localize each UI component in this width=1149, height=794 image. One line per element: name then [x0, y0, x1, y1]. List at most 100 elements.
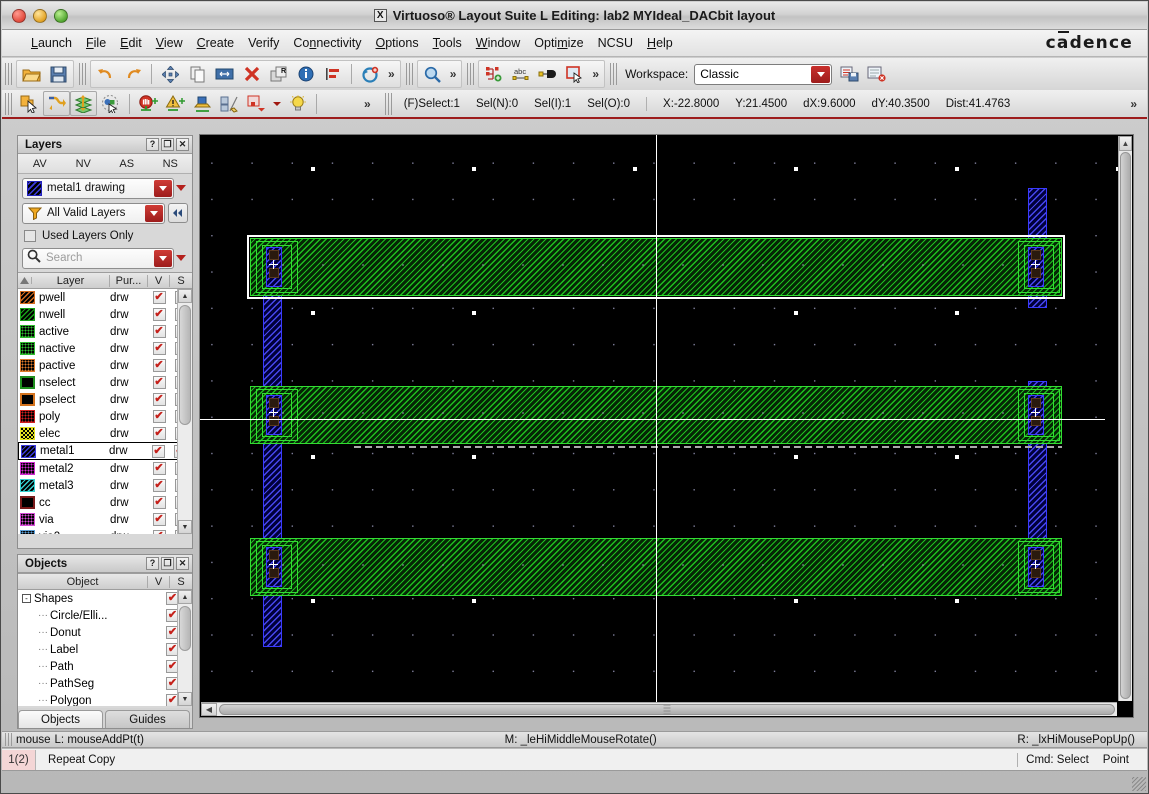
object-row-path[interactable]: ···Path✔✔ — [18, 658, 192, 675]
current-layer-select[interactable]: metal1 drawing — [22, 177, 174, 199]
objects-vertical-scrollbar[interactable]: ▲ ▼ — [177, 590, 192, 706]
zoom-overflow-button[interactable]: » — [446, 67, 461, 81]
menu-file[interactable]: File — [79, 33, 113, 53]
layer-row-metal2[interactable]: metal2drw✔✔ — [18, 460, 192, 477]
select-by-area-icon[interactable] — [97, 91, 124, 116]
statusbar-grip-icon[interactable] — [5, 733, 13, 746]
chevron-down-icon-filter[interactable] — [145, 204, 163, 222]
lightbulb-icon[interactable] — [284, 91, 311, 116]
object-row-donut[interactable]: ···Donut✔✔ — [18, 624, 192, 641]
contact-cut-top-left-2[interactable] — [269, 268, 279, 278]
layer-filter-select[interactable]: All Valid Layers — [22, 202, 165, 224]
v-column-header[interactable]: V — [148, 274, 170, 287]
contact-cut-top-right-1[interactable] — [1031, 250, 1041, 260]
layer-visible-checkbox[interactable]: ✔ — [147, 444, 169, 458]
menu-view[interactable]: View — [149, 33, 190, 53]
stretch-icon[interactable] — [211, 62, 238, 87]
layer-visible-checkbox[interactable]: ✔ — [148, 325, 170, 338]
warning-icon[interactable] — [162, 91, 189, 116]
delete-icon[interactable] — [238, 62, 265, 87]
layer-visible-checkbox[interactable]: ✔ — [148, 427, 170, 440]
status-overflow-button[interactable]: » — [1126, 97, 1141, 111]
lock-level-icon[interactable] — [189, 91, 216, 116]
contact-cut-mid-left-1[interactable] — [269, 398, 279, 408]
layer-visible-checkbox[interactable]: ✔ — [148, 393, 170, 406]
float-icon-objects[interactable]: ❐ — [161, 557, 174, 570]
align-icon[interactable] — [319, 62, 346, 87]
layer-search-input[interactable]: Search — [22, 247, 174, 269]
help-icon[interactable]: ? — [146, 138, 159, 151]
av-column-header[interactable]: AV — [18, 158, 62, 170]
menu-help[interactable]: Help — [640, 33, 680, 53]
create-overflow-button[interactable]: » — [588, 67, 603, 81]
menu-edit[interactable]: Edit — [113, 33, 149, 53]
workspace-select[interactable]: Classic — [694, 63, 833, 85]
objects-tree[interactable]: -Shapes✔✔···Circle/Elli...✔✔···Donut✔✔··… — [18, 590, 192, 706]
layer-row-cc[interactable]: ccdrw✔✔ — [18, 494, 192, 511]
menu-verify[interactable]: Verify — [241, 33, 286, 53]
menu-ncsu[interactable]: NCSU — [591, 33, 640, 53]
contact-cut-top-left-1[interactable] — [269, 250, 279, 260]
chevron-down-icon-toolbar2[interactable] — [270, 91, 284, 116]
toolbar-overflow-button[interactable]: » — [384, 67, 399, 81]
contact-cut-mid-right-1[interactable] — [1031, 398, 1041, 408]
layer-row-via[interactable]: viadrw✔✔ — [18, 511, 192, 528]
ns-column-header[interactable]: NS — [149, 158, 193, 170]
layer-row-via2[interactable]: via2drw✔✔ — [18, 528, 192, 534]
layout-canvas-container[interactable]: ▲ ◀ — [199, 134, 1134, 718]
layer-row-pwell[interactable]: pwelldrw✔✔ — [18, 289, 192, 306]
layer-visible-checkbox[interactable]: ✔ — [148, 342, 170, 355]
object-row-shapes[interactable]: -Shapes✔✔ — [18, 590, 192, 607]
partial-select-icon[interactable] — [43, 91, 70, 116]
s-column-header[interactable]: S — [170, 275, 192, 287]
as-column-header[interactable]: AS — [105, 158, 149, 170]
nv-column-header[interactable]: NV — [62, 158, 106, 170]
object-row-label[interactable]: ···Label✔✔ — [18, 641, 192, 658]
search-menu-icon[interactable] — [174, 255, 188, 261]
scroll-up-icon-layers[interactable]: ▲ — [178, 289, 192, 303]
s-column-header-objects[interactable]: S — [170, 576, 192, 588]
move-icon[interactable] — [157, 62, 184, 87]
layers-table[interactable]: pwell drw ✔ ✔ nwell drw ✔ ✔ active drw ✔ ✔ nactive dr… — [18, 289, 192, 534]
object-row-polygon[interactable]: ···Polygon✔✔ — [18, 692, 192, 706]
layer-visible-checkbox[interactable]: ✔ — [148, 291, 170, 304]
create-pin-icon[interactable] — [534, 62, 561, 87]
layer-column-header[interactable]: Layer — [32, 274, 110, 287]
float-icon[interactable]: ❐ — [161, 138, 174, 151]
tab-objects[interactable]: Objects — [18, 710, 103, 728]
purpose-column-header[interactable]: Pur... — [110, 274, 148, 287]
contact-cut-bot-right-2[interactable] — [1031, 568, 1041, 578]
tree-collapse-icon[interactable]: - — [22, 594, 31, 603]
contact-cut-bot-left-2[interactable] — [269, 568, 279, 578]
checkbox-icon[interactable] — [24, 229, 36, 242]
layer-row-nwell[interactable]: nwelldrw✔✔ — [18, 306, 192, 323]
layer-row-metal1[interactable]: metal1drw✔✔ — [18, 442, 192, 460]
layer-row-active[interactable]: activedrw✔✔ — [18, 323, 192, 340]
scroll-up-icon[interactable]: ▲ — [1119, 136, 1132, 151]
toolbar-grip-icon-3[interactable] — [405, 63, 414, 85]
menu-launch[interactable]: Launch — [24, 33, 79, 53]
menu-options[interactable]: Options — [369, 33, 426, 53]
toolbar-grip-icon[interactable] — [5, 63, 13, 85]
open-file-icon[interactable] — [18, 62, 45, 87]
undo-history-icon[interactable] — [357, 62, 384, 87]
toolbar-grip-icon-5[interactable] — [610, 63, 619, 85]
tab-guides[interactable]: Guides — [105, 710, 190, 728]
layer-row-pactive[interactable]: pactivedrw✔✔ — [18, 357, 192, 374]
chevron-down-icon[interactable] — [811, 65, 831, 83]
layer-row-pselect[interactable]: pselectdrw✔✔ — [18, 391, 192, 408]
toolbar-grip-icon-2[interactable] — [79, 63, 87, 85]
menu-optimize[interactable]: Optimize — [527, 33, 590, 53]
menu-tools[interactable]: Tools — [426, 33, 469, 53]
contact-cut-top-right-2[interactable] — [1031, 268, 1041, 278]
contact-cut-bot-left-1[interactable] — [269, 550, 279, 560]
layers-vertical-scrollbar[interactable]: ▲ ▼ — [177, 289, 192, 534]
save-workspace-icon[interactable] — [836, 62, 863, 87]
chevron-down-icon-layer[interactable] — [154, 179, 172, 197]
layer-visible-checkbox[interactable]: ✔ — [148, 496, 170, 509]
toolbar-grip-icon-4[interactable] — [467, 63, 476, 85]
edit-in-place-icon[interactable] — [243, 91, 270, 116]
v-column-header-objects[interactable]: V — [148, 575, 170, 588]
scroll-up-icon-objects[interactable]: ▲ — [178, 590, 192, 604]
copy-icon[interactable] — [184, 62, 211, 87]
